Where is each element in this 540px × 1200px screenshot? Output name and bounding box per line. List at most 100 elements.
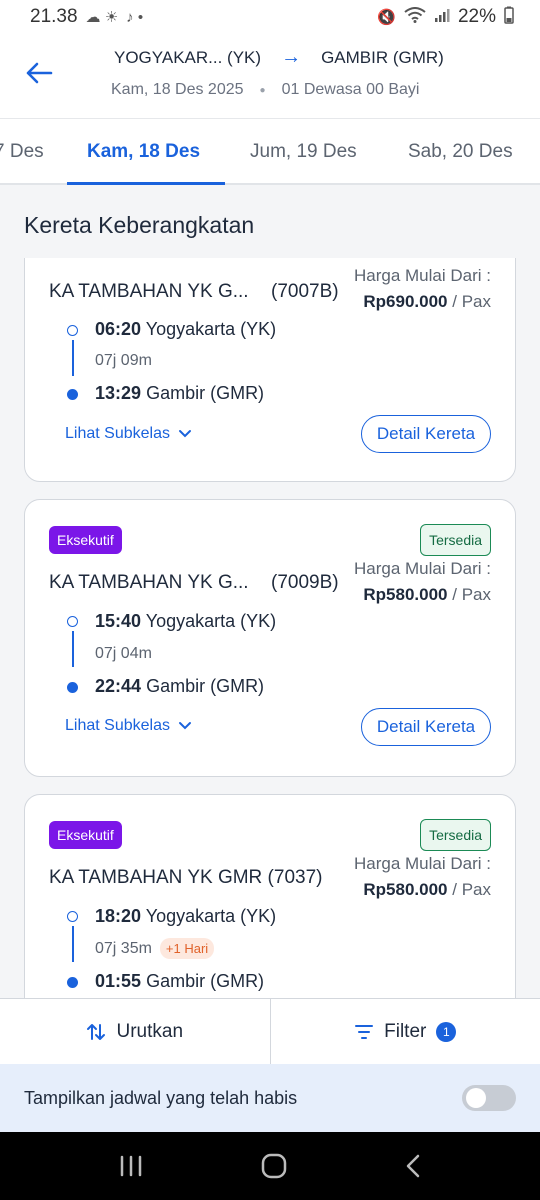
app-header: YOGYAKAR... (YK) → GAMBIR (GMR) Kam, 18 … [0,34,540,118]
date-tabs: 7 Des Kam, 18 Des Jum, 19 Des Sab, 20 De… [0,118,540,185]
departure-dot [67,616,78,627]
class-badge: Eksekutif [49,821,122,849]
train-number: (7009B) [271,572,339,593]
show-sold-out-label: Tampilkan jadwal yang telah habis [24,1087,298,1108]
passenger-count: 01 Dewasa 00 Bayi [281,81,420,98]
route-line [72,340,74,376]
sort-button[interactable]: Urutkan [0,999,271,1064]
tab-date-20[interactable]: Sab, 20 Des [408,141,513,163]
train-card[interactable]: Eksekutif Tersedia KA TAMBAHAN YK GMR (7… [24,794,516,998]
per-pax: / Pax [452,585,491,604]
next-day-badge: +1 Hari [159,938,215,959]
arrival-station: Gambir (GMR) [146,383,265,403]
price-value: Rp580.000 [363,880,448,899]
price-label: Harga Mulai Dari : [354,854,491,873]
arrival-dot [67,389,78,400]
arrival-time: 01:55 [95,971,142,991]
sort-label: Urutkan [116,1020,184,1042]
weather-icon: ☁ ☀ [85,9,119,26]
filter-count-badge: 1 [436,1021,457,1042]
price-value: Rp580.000 [363,585,448,604]
back-nav-icon[interactable] [403,1153,423,1179]
separator-dot: ● [259,84,266,96]
departure-time: 18:20 [95,906,142,926]
filter-icon [355,1024,374,1039]
arrival-time: 13:29 [95,383,142,403]
battery-text: 22% [457,6,496,27]
back-arrow-icon [26,62,53,84]
train-card[interactable]: KA TAMBAHAN YK G... (7007B) Harga Mulai … [24,258,516,482]
toggle-knob [466,1088,486,1108]
availability-badge: Tersedia [420,819,491,851]
chevron-down-icon [178,430,191,438]
section-title: Kereta Keberangkatan [24,212,255,238]
back-button[interactable] [22,56,56,90]
arrival: 01:55 Gambir (GMR) [95,971,264,992]
departure-time: 06:20 [95,319,142,339]
active-tab-indicator [67,182,225,185]
duration-value: 07j 04m [95,645,152,662]
show-sold-out-toggle[interactable] [462,1085,516,1111]
route: YOGYAKAR... (YK) → GAMBIR (GMR) [114,46,444,69]
sort-icon [87,1023,106,1040]
departure: 06:20 Yogyakarta (YK) [95,319,276,340]
home-icon[interactable] [260,1152,288,1180]
price-label: Harga Mulai Dari : [354,266,491,285]
price-label: Harga Mulai Dari : [354,559,491,578]
class-badge: Eksekutif [49,526,122,554]
tab-date-19[interactable]: Jum, 19 Des [250,141,357,163]
arrival-dot [67,682,78,693]
subkelas-toggle[interactable]: Lihat Subkelas [65,425,192,443]
train-list[interactable]: KA TAMBAHAN YK G... (7007B) Harga Mulai … [0,258,540,998]
filter-button[interactable]: Filter 1 [271,999,540,1064]
status-bar: 21.38 ☁ ☀ ♪ • 🔇 22% [0,0,540,34]
arrival-station: Gambir (GMR) [146,676,265,696]
trip-date: Kam, 18 Des 2025 [111,81,244,98]
arrival-station: Gambir (GMR) [146,971,265,991]
departure: 18:20 Yogyakarta (YK) [95,906,276,927]
departure-station: Yogyakarta (YK) [145,906,277,926]
subkelas-toggle[interactable]: Lihat Subkelas [65,717,192,735]
trip-details: Kam, 18 Des 2025 ● 01 Dewasa 00 Bayi [111,81,419,99]
detail-train-button[interactable]: Detail Kereta [361,415,491,453]
route-arrow-icon: → [281,46,302,68]
duration-value: 07j 35m [95,939,152,957]
availability-badge: Tersedia [420,524,491,556]
recent-apps-icon[interactable] [117,1154,145,1178]
filter-label: Filter [384,1020,427,1042]
origin-station: YOGYAKAR... (YK) [114,47,262,67]
wifi-icon [404,7,426,27]
train-number: (7007B) [271,281,339,302]
route-line [72,926,74,962]
show-sold-out-row: Tampilkan jadwal yang telah habis [0,1064,540,1132]
arrival-time: 22:44 [95,676,142,696]
price: Rp580.000 / Pax [363,880,491,900]
app-notification-icon: ♪ • [126,8,144,26]
arrival: 22:44 Gambir (GMR) [95,676,264,697]
price: Rp690.000 / Pax [363,292,491,312]
tab-date-17[interactable]: 7 Des [0,141,44,163]
bottom-action-bar: Urutkan Filter 1 [0,998,540,1064]
departure-station: Yogyakarta (YK) [145,611,277,631]
duration: 07j 35m +1 Hari [95,938,215,959]
train-name: KA TAMBAHAN YK G... [49,572,249,593]
departure-time: 15:40 [95,611,142,631]
train-card[interactable]: Eksekutif Tersedia KA TAMBAHAN YK G... (… [24,499,516,777]
system-nav-bar [0,1132,540,1200]
train-name: KA TAMBAHAN YK GMR (7037) [49,867,323,888]
arrival: 13:29 Gambir (GMR) [95,383,264,404]
price: Rp580.000 / Pax [363,585,491,605]
tab-date-18[interactable]: Kam, 18 Des [87,141,200,163]
departure: 15:40 Yogyakarta (YK) [95,611,276,632]
duration: 07j 04m [95,645,152,663]
duration: 07j 09m [95,352,152,370]
mute-icon: 🔇 [377,9,396,26]
detail-train-button[interactable]: Detail Kereta [361,708,491,746]
departure-station: Yogyakarta (YK) [145,319,277,339]
arrival-dot [67,977,78,988]
chevron-down-icon [178,722,191,730]
per-pax: / Pax [452,292,491,311]
departure-dot [67,325,78,336]
subkelas-label: Lihat Subkelas [65,425,170,442]
subkelas-label: Lihat Subkelas [65,717,170,734]
